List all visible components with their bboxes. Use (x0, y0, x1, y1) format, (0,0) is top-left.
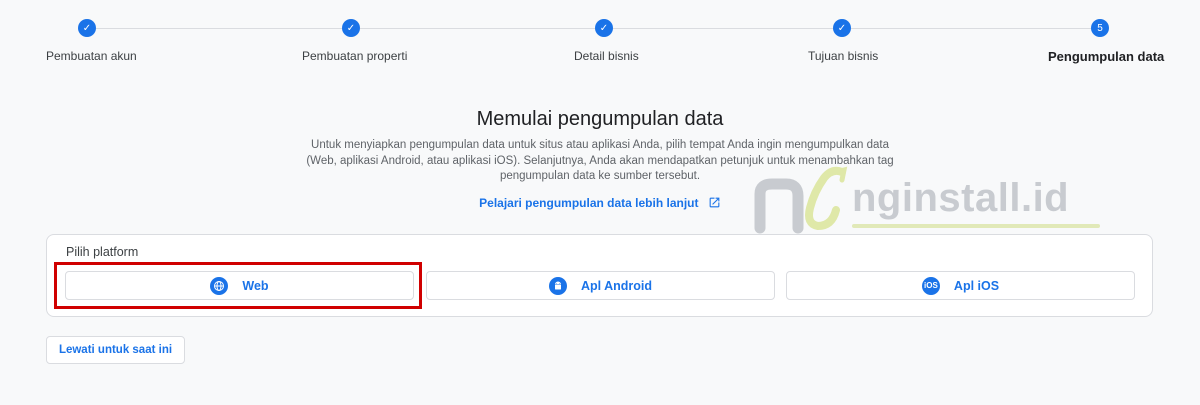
step-number-badge: 5 (1091, 19, 1109, 37)
step-connector (851, 28, 1091, 29)
platform-card: Pilih platform Web Apl Android iOS Apl i… (46, 234, 1153, 317)
check-icon: ✓ (342, 19, 360, 37)
learn-more-link[interactable]: Pelajari pengumpulan data lebih lanjut (479, 196, 698, 210)
watermark: nginstall.id (752, 164, 1102, 236)
watermark-logo-icon (754, 166, 848, 234)
check-icon: ✓ (833, 19, 851, 37)
watermark-underline (852, 224, 1100, 228)
step-label: Pembuatan properti (302, 49, 408, 63)
step-label: Tujuan bisnis (808, 49, 879, 63)
page-title: Memulai pengumpulan data (476, 108, 724, 130)
platform-title: Pilih platform (66, 245, 139, 259)
globe-icon (210, 276, 229, 295)
step-label: Pengumpulan data (1048, 49, 1165, 64)
skip-button[interactable]: Lewati untuk saat ini (46, 336, 185, 364)
step-label: Pembuatan akun (46, 49, 137, 63)
check-icon: ✓ (595, 19, 613, 37)
check-icon: ✓ (78, 19, 96, 37)
open-in-new-icon[interactable] (708, 196, 721, 209)
step-connector (96, 28, 342, 29)
ios-platform-button[interactable]: iOS Apl iOS (786, 271, 1135, 300)
step-connector (360, 28, 595, 29)
step-connector (613, 28, 833, 29)
android-icon (548, 276, 567, 295)
web-button-label: Web (242, 278, 269, 293)
ios-button-label: Apl iOS (953, 278, 1000, 293)
stepper: ✓ Pembuatan akun ✓ Pembuatan properti ✓ … (0, 0, 1200, 80)
ios-icon: iOS (921, 276, 940, 295)
web-platform-button[interactable]: Web (65, 271, 414, 300)
watermark-text: nginstall.id (852, 176, 1070, 220)
android-button-label: Apl Android (580, 278, 653, 293)
step-label: Detail bisnis (574, 49, 639, 63)
android-platform-button[interactable]: Apl Android (426, 271, 775, 300)
